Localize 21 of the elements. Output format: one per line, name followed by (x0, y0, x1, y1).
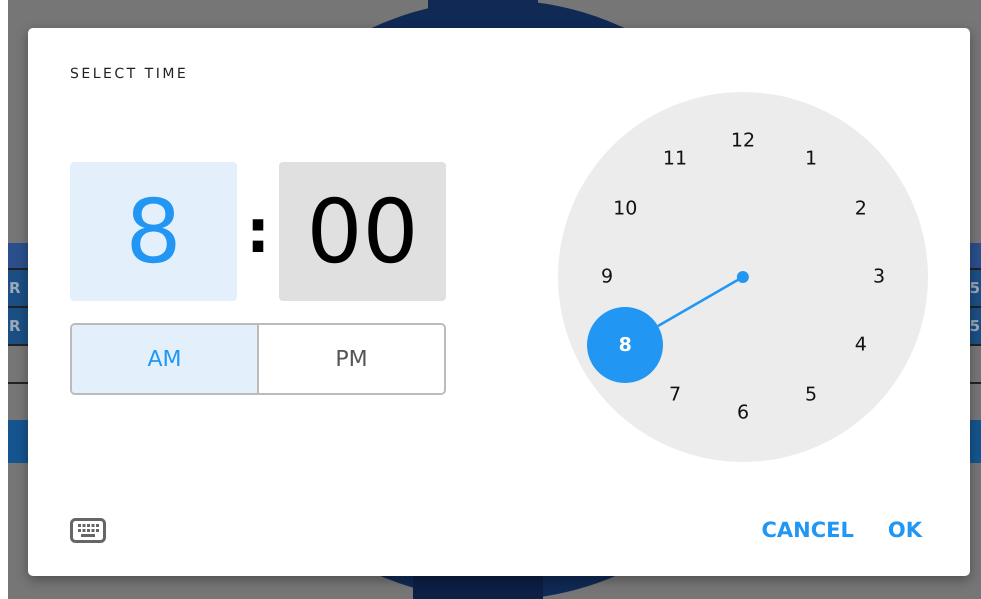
clock-number[interactable]: 7 (668, 385, 682, 404)
clock-number[interactable]: 4 (854, 336, 867, 354)
table-cell: R (8, 279, 22, 297)
keyboard-icon[interactable] (70, 518, 106, 542)
minute-field[interactable]: 00 (279, 162, 446, 301)
clock-number[interactable]: 10 (613, 200, 638, 218)
clock-number[interactable]: 12 (730, 132, 756, 150)
clock-number[interactable]: 3 (872, 268, 886, 286)
clock-number[interactable]: 11 (662, 150, 688, 169)
clock-number[interactable]: 5 (804, 385, 818, 404)
time-separator: : (246, 196, 270, 266)
clock-face[interactable]: 12 1 2 3 4 5 6 7 8 9 10 11 (558, 92, 928, 462)
clock-number[interactable]: 6 (736, 404, 750, 422)
table-cell: 5 (968, 317, 981, 335)
clock-number[interactable]: 2 (854, 200, 867, 218)
table-cell: 5 (968, 279, 981, 297)
dialog-title: SELECT TIME (70, 65, 190, 84)
clock-number[interactable]: 1 (804, 150, 818, 169)
period-toggle[interactable]: PM (257, 325, 444, 393)
clock-number[interactable]: 9 (600, 268, 614, 286)
table-cell: R (8, 317, 22, 335)
